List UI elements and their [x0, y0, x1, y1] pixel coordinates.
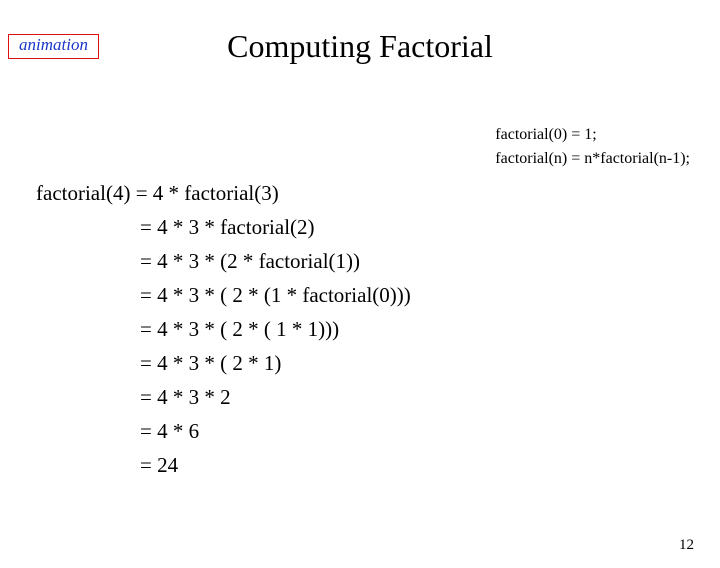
- step-7: = 4 * 6: [36, 414, 411, 448]
- animation-badge: animation: [8, 34, 99, 59]
- page-title: Computing Factorial: [0, 28, 720, 65]
- definition-block: factorial(0) = 1; factorial(n) = n*facto…: [495, 123, 690, 171]
- definition-recursive: factorial(n) = n*factorial(n-1);: [495, 147, 690, 171]
- step-5: = 4 * 3 * ( 2 * 1): [36, 346, 411, 380]
- definition-base: factorial(0) = 1;: [495, 123, 690, 147]
- step-6: = 4 * 3 * 2: [36, 380, 411, 414]
- step-4: = 4 * 3 * ( 2 * ( 1 * 1))): [36, 312, 411, 346]
- expansion-steps: factorial(4) = 4 * factorial(3) = 4 * 3 …: [36, 176, 411, 482]
- step-8: = 24: [36, 448, 411, 482]
- step-0: factorial(4) = 4 * factorial(3): [36, 176, 411, 210]
- step-3: = 4 * 3 * ( 2 * (1 * factorial(0))): [36, 278, 411, 312]
- step-2: = 4 * 3 * (2 * factorial(1)): [36, 244, 411, 278]
- step-1: = 4 * 3 * factorial(2): [36, 210, 411, 244]
